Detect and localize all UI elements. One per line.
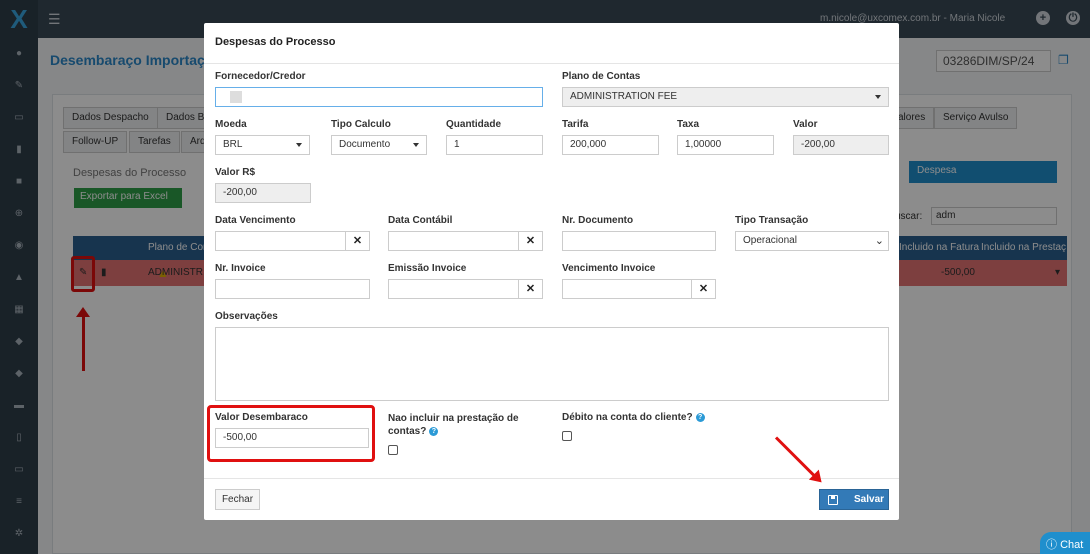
tipo-transacao-select[interactable]: Operacional ⌄: [735, 231, 889, 251]
fornecedor-input[interactable]: [215, 87, 543, 107]
chat-label: Chat: [1060, 539, 1084, 551]
label-observacoes: Observações: [215, 311, 278, 322]
clear-icon[interactable]: ✕: [518, 280, 542, 298]
label-debito-conta-text: Débito na conta do cliente?: [562, 412, 693, 423]
help-icon[interactable]: ?: [429, 426, 439, 436]
moeda-select[interactable]: BRL: [215, 135, 310, 155]
label-data-contabil: Data Contábil: [388, 215, 453, 226]
label-valor-rs: Valor R$: [215, 167, 256, 178]
label-plano: Plano de Contas: [562, 71, 641, 82]
tipo-calculo-select[interactable]: Documento: [331, 135, 427, 155]
modal-footer-divider: [204, 478, 899, 479]
nr-invoice-input[interactable]: [215, 279, 370, 299]
taxa-input[interactable]: 1,00000: [677, 135, 774, 155]
caret-down-icon: [413, 143, 419, 147]
label-debito-conta: Débito na conta do cliente??: [562, 412, 705, 423]
label-nao-incluir: Nao incluir na prestação de contas??: [388, 412, 538, 438]
emissao-invoice-input[interactable]: ✕: [388, 279, 543, 299]
vencimento-invoice-input[interactable]: ✕: [562, 279, 716, 299]
label-valor: Valor: [793, 119, 818, 130]
modal-header-divider: [204, 63, 899, 64]
save-button-label: Salvar: [854, 494, 885, 505]
quantidade-input[interactable]: 1: [446, 135, 543, 155]
nao-incluir-checkbox[interactable]: [388, 445, 398, 455]
label-emissao-invoice: Emissão Invoice: [388, 263, 467, 274]
plano-select[interactable]: ADMINISTRATION FEE: [562, 87, 889, 107]
tarifa-input[interactable]: 200,000: [562, 135, 659, 155]
caret-down-icon: [296, 143, 302, 147]
label-quantidade: Quantidade: [446, 119, 502, 130]
observacoes-textarea[interactable]: [215, 327, 889, 401]
tipo-calculo-value: Documento: [339, 139, 391, 150]
label-taxa: Taxa: [677, 119, 700, 130]
label-tipo-calculo: Tipo Calculo: [331, 119, 391, 130]
label-nao-incluir-line2: contas?: [388, 426, 427, 437]
save-button[interactable]: Salvar: [819, 489, 889, 510]
label-data-vencimento: Data Vencimento: [215, 215, 296, 226]
moeda-value: BRL: [223, 139, 243, 150]
annotation-valor-desembaraco-highlight: [207, 405, 375, 462]
label-nr-documento: Nr. Documento: [562, 215, 634, 226]
label-tarifa: Tarifa: [562, 119, 589, 130]
help-icon[interactable]: ?: [695, 412, 705, 422]
clear-icon[interactable]: ✕: [518, 232, 542, 250]
clear-icon[interactable]: ✕: [345, 232, 369, 250]
valor-input: -200,00: [793, 135, 889, 155]
valor-rs-input: -200,00: [215, 183, 311, 203]
debito-conta-checkbox[interactable]: [562, 431, 572, 441]
label-tipo-transacao: Tipo Transação: [735, 215, 809, 226]
label-vencimento-invoice: Vencimento Invoice: [562, 263, 656, 274]
label-fornecedor: Fornecedor/Credor: [215, 71, 306, 82]
caret-down-icon: [875, 95, 881, 99]
chevron-down-icon: ⌄: [874, 235, 884, 247]
close-button[interactable]: Fechar: [215, 489, 260, 510]
data-contabil-input[interactable]: ✕: [388, 231, 543, 251]
plano-value: ADMINISTRATION FEE: [570, 91, 678, 102]
label-moeda: Moeda: [215, 119, 247, 130]
clear-icon[interactable]: ✕: [691, 280, 715, 298]
modal-title: Despesas do Processo: [215, 36, 336, 48]
nr-documento-input[interactable]: [562, 231, 716, 251]
help-circle-icon: ⓘ: [1046, 539, 1057, 551]
fornecedor-placeholder-block: [230, 91, 242, 103]
tipo-transacao-value: Operacional: [743, 235, 797, 246]
floppy-icon: [828, 495, 838, 505]
label-nr-invoice: Nr. Invoice: [215, 263, 266, 274]
data-vencimento-input[interactable]: ✕: [215, 231, 370, 251]
label-nao-incluir-line1: Nao incluir na prestação de: [388, 413, 519, 424]
chat-button[interactable]: ⓘ Chat: [1040, 532, 1090, 554]
